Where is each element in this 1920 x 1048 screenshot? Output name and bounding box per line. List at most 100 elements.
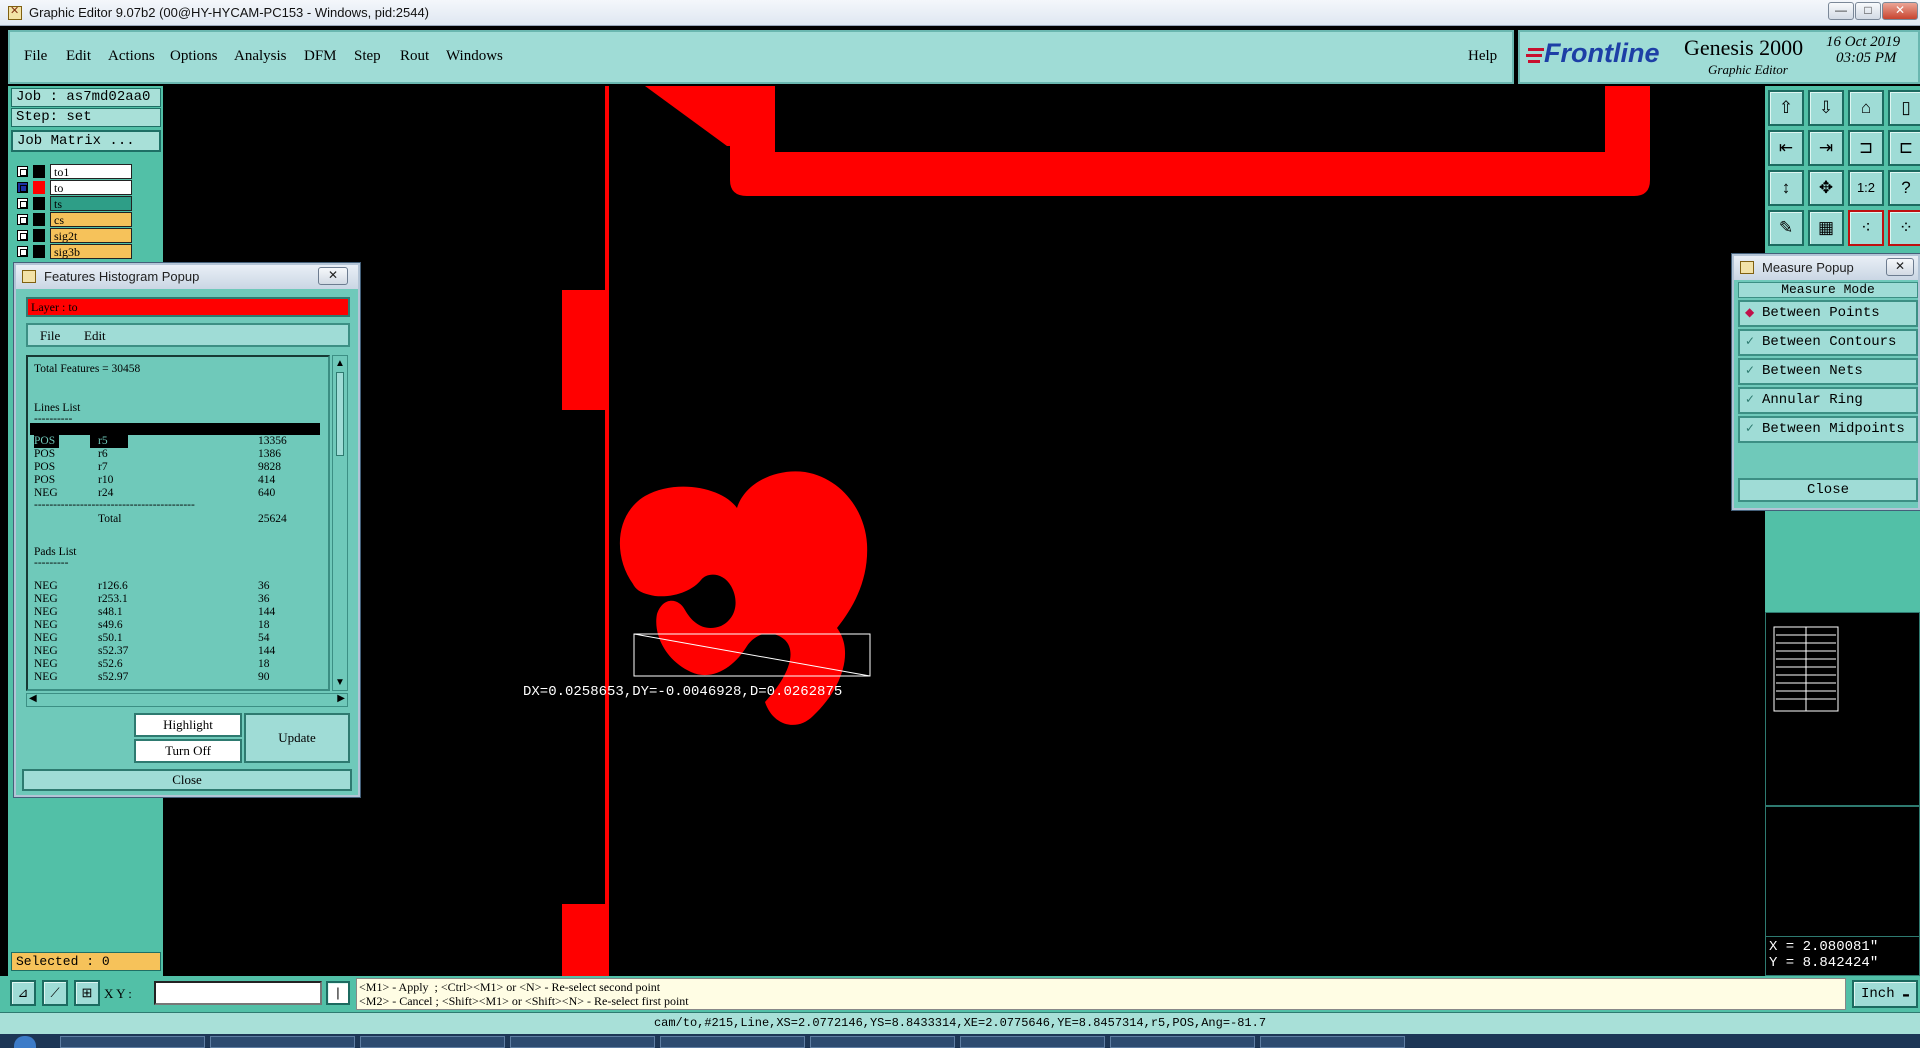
pcb-drawing	[562, 86, 1650, 976]
menu-actions[interactable]: Actions	[108, 48, 155, 65]
radio-unselected-icon: ✓	[1745, 335, 1756, 349]
layer-checkbox[interactable]	[17, 198, 28, 209]
trace-line	[605, 86, 609, 976]
tool-button[interactable]: ▦	[1808, 210, 1844, 246]
units-dropdown[interactable]: Inch ▬	[1852, 980, 1918, 1008]
xy-label: X Y :	[104, 986, 132, 1001]
scroll-down-icon[interactable]: ▼	[335, 677, 345, 688]
turn-off-button[interactable]: Turn Off	[134, 739, 242, 763]
mode-between-contours[interactable]: ✓ Between Contours	[1738, 329, 1918, 356]
menu-windows[interactable]: Windows	[446, 48, 503, 65]
histogram-menu-edit[interactable]: Edit	[84, 328, 106, 344]
layer-name: to	[50, 180, 132, 195]
popup-close-icon[interactable]: ✕	[1886, 258, 1914, 276]
menu-step[interactable]: Step	[354, 48, 381, 65]
menu-analysis[interactable]: Analysis	[234, 48, 287, 65]
tool-button[interactable]: ⇤	[1768, 130, 1804, 166]
scroll-up-icon[interactable]: ▲	[335, 358, 345, 369]
mode-between-nets[interactable]: ✓ Between Nets	[1738, 358, 1918, 385]
layer-row[interactable]: sig2t	[17, 228, 141, 243]
overview-thumbnail	[1773, 626, 1839, 712]
scroll-left-icon[interactable]: ◀	[29, 693, 37, 704]
graphic-canvas[interactable]: DX=0.0258653,DY=-0.0046928,D=0.0262875	[165, 86, 1765, 976]
scroll-thumb[interactable]	[336, 372, 344, 456]
layer-row[interactable]: to1	[17, 164, 141, 179]
highlight-button[interactable]: Highlight	[134, 713, 242, 737]
popup-app-icon	[1740, 261, 1754, 274]
taskbar-item[interactable]	[360, 1036, 505, 1048]
taskbar-item[interactable]	[810, 1036, 955, 1048]
measure-icon[interactable]: ⟋	[42, 980, 68, 1006]
snap-icon[interactable]: ⊿	[10, 980, 36, 1006]
job-matrix-button[interactable]: Job Matrix ...	[11, 130, 161, 152]
date-label: 16 Oct 2019	[1826, 34, 1901, 50]
layer-row[interactable]: ts	[17, 196, 141, 211]
radio-selected-icon: ◆	[1745, 306, 1755, 320]
tool-button[interactable]: ✥	[1808, 170, 1844, 206]
tool-button[interactable]: ↕	[1768, 170, 1804, 206]
mode-between-midpoints[interactable]: ✓ Between Midpoints	[1738, 416, 1918, 443]
layer-list: to1 to ts cs sig2t sig3b	[11, 162, 137, 262]
tool-button[interactable]: ⁖	[1848, 210, 1884, 246]
layer-row[interactable]: sig3b	[17, 244, 141, 259]
tool-button[interactable]: ⁘	[1888, 210, 1920, 246]
start-button-icon[interactable]	[14, 1036, 36, 1048]
taskbar-item[interactable]	[1260, 1036, 1405, 1048]
layer-row[interactable]: to	[17, 180, 141, 195]
grid-icon[interactable]: ⊞	[74, 980, 100, 1006]
frontline-logo-icon	[1526, 48, 1544, 63]
horizontal-scrollbar[interactable]: ◀ ▶	[26, 693, 348, 707]
taskbar-item[interactable]	[510, 1036, 655, 1048]
layer-name: sig3b	[50, 244, 132, 259]
hint-line-1: <M1> - Apply ; <Ctrl><M1> or <N> - Re-se…	[359, 980, 661, 994]
taskbar-item[interactable]	[960, 1036, 1105, 1048]
histogram-close-button[interactable]: Close	[22, 769, 352, 791]
tool-button[interactable]: 1:2	[1848, 170, 1884, 206]
layer-checkbox[interactable]	[17, 166, 28, 177]
xy-input[interactable]	[154, 981, 322, 1005]
layer-checkbox[interactable]	[17, 182, 28, 193]
vertical-scrollbar[interactable]: ▲ ▼	[332, 355, 348, 691]
close-window-button[interactable]: ✕	[1882, 2, 1918, 20]
y-coordinate: Y = 8.842424"	[1769, 955, 1879, 971]
layer-row[interactable]: cs	[17, 212, 141, 227]
menu-dfm[interactable]: DFM	[304, 48, 337, 65]
popup-close-icon[interactable]: ✕	[318, 267, 348, 285]
mode-annular-ring[interactable]: ✓ Annular Ring	[1738, 387, 1918, 414]
tool-button[interactable]: ✎	[1768, 210, 1804, 246]
taskbar-item[interactable]	[60, 1036, 205, 1048]
menu-edit[interactable]: Edit	[66, 48, 91, 65]
tool-button[interactable]: ⌂	[1848, 90, 1884, 126]
menu-options[interactable]: Options	[170, 48, 218, 65]
layer-checkbox[interactable]	[17, 246, 28, 257]
tool-button[interactable]: ⊏	[1888, 130, 1920, 166]
menu-help[interactable]: Help	[1468, 48, 1497, 65]
units-label: Inch	[1860, 986, 1895, 1002]
cursor-icon[interactable]: |	[326, 981, 350, 1005]
tool-button[interactable]: ⇥	[1808, 130, 1844, 166]
histogram-menu-file[interactable]: File	[40, 328, 60, 344]
mode-between-points[interactable]: ◆ Between Points	[1738, 300, 1918, 327]
tool-button[interactable]: ⊐	[1848, 130, 1884, 166]
maximize-button[interactable]: □	[1855, 2, 1881, 20]
measure-popup: Measure Popup ✕ Measure Mode ◆ Between Po…	[1732, 254, 1920, 510]
radio-unselected-icon: ✓	[1745, 364, 1756, 378]
tool-button[interactable]: ⇧	[1768, 90, 1804, 126]
scroll-right-icon[interactable]: ▶	[337, 693, 345, 704]
layer-checkbox[interactable]	[17, 214, 28, 225]
status-text: cam/to,#215,Line,XS=2.0772146,YS=8.84333…	[653, 1016, 1267, 1030]
tool-button[interactable]: ⇩	[1808, 90, 1844, 126]
taskbar-item[interactable]	[1110, 1036, 1255, 1048]
measure-close-button[interactable]: Close	[1738, 478, 1918, 502]
taskbar-item[interactable]	[210, 1036, 355, 1048]
menu-rout[interactable]: Rout	[400, 48, 429, 65]
histogram-list[interactable]: Total Features = 30458 Lines List ------…	[26, 355, 330, 691]
overview-map[interactable]	[1765, 612, 1920, 806]
layer-checkbox[interactable]	[17, 230, 28, 241]
minimize-button[interactable]: —	[1828, 2, 1854, 20]
update-button[interactable]: Update	[244, 713, 350, 763]
menu-file[interactable]: File	[24, 48, 47, 65]
tool-button[interactable]: ?	[1888, 170, 1920, 206]
tool-button[interactable]: ▯	[1888, 90, 1920, 126]
taskbar-item[interactable]	[660, 1036, 805, 1048]
